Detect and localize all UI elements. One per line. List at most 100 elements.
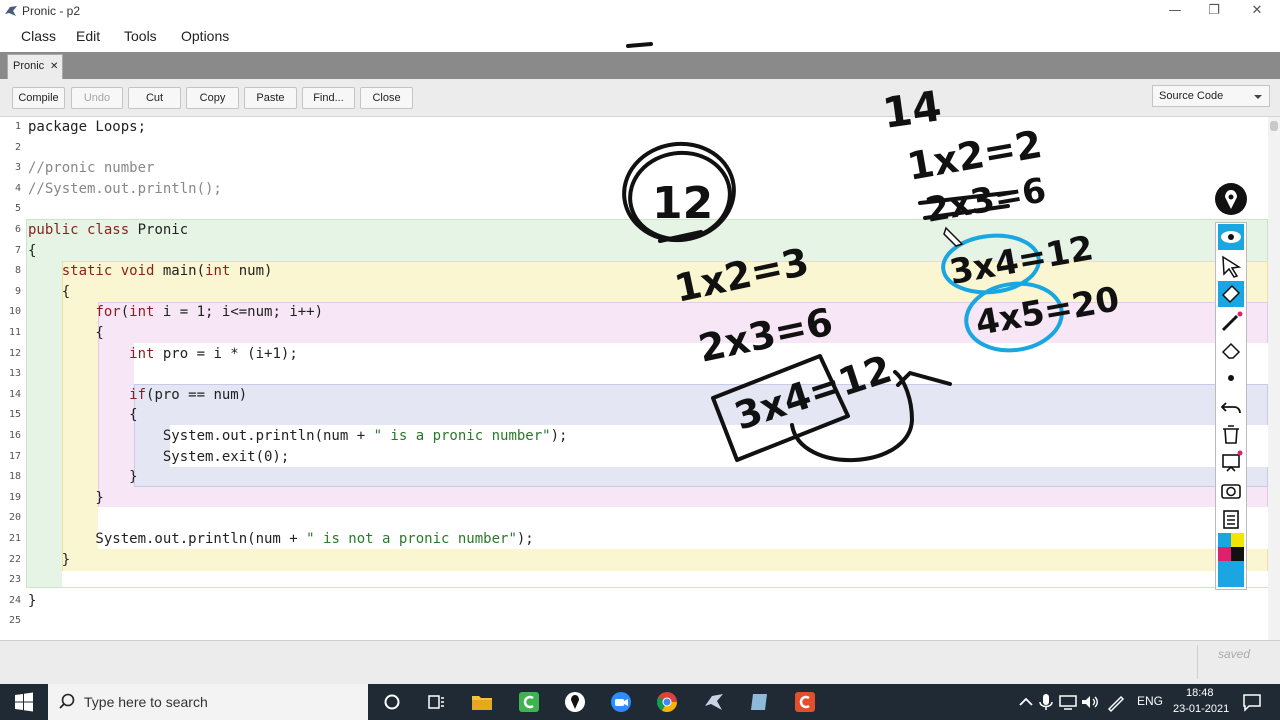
- code-line[interactable]: }: [28, 467, 137, 487]
- compile-button[interactable]: Compile: [12, 87, 65, 109]
- pointer-button[interactable]: [1218, 253, 1244, 279]
- pen-ink-icon[interactable]: [1104, 690, 1128, 714]
- vertical-scrollbar[interactable]: [1268, 117, 1280, 640]
- line-number: 3: [14, 162, 21, 174]
- task-view-icon[interactable]: [424, 690, 448, 714]
- clock-time[interactable]: 18:48: [1186, 687, 1214, 699]
- search-placeholder: Type here to search: [84, 694, 208, 710]
- volume-icon[interactable]: [1078, 690, 1102, 714]
- current-color[interactable]: [1218, 561, 1244, 587]
- paste-button[interactable]: Paste: [244, 87, 297, 109]
- cortana-icon[interactable]: [380, 690, 404, 714]
- menu-tools[interactable]: Tools: [124, 28, 157, 44]
- code-line[interactable]: {: [28, 282, 70, 302]
- code-line[interactable]: static void main(int num): [28, 261, 273, 281]
- file-explorer-icon[interactable]: [470, 690, 494, 714]
- board-button[interactable]: [1218, 449, 1244, 475]
- code-token: }: [28, 551, 71, 568]
- camera-button[interactable]: [1218, 477, 1244, 503]
- code-line[interactable]: {: [28, 405, 137, 425]
- zoom-icon[interactable]: [609, 690, 633, 714]
- pen-toggle-button[interactable]: [1215, 183, 1247, 215]
- windows-start-icon[interactable]: [12, 690, 36, 714]
- eraser-button[interactable]: [1218, 337, 1244, 363]
- camtasia-icon[interactable]: [517, 690, 541, 714]
- pen-button[interactable]: [1218, 309, 1244, 335]
- dot-button[interactable]: [1218, 365, 1244, 391]
- line-number: 12: [8, 347, 21, 359]
- line-number: 4: [14, 182, 21, 194]
- code-line[interactable]: for(int i = 1; i<=num; i++): [28, 302, 323, 322]
- color-swatch-black[interactable]: [1231, 547, 1244, 561]
- close-button[interactable]: Close: [360, 87, 413, 109]
- code-line[interactable]: //pronic number: [28, 158, 154, 178]
- language-indicator[interactable]: ENG: [1137, 694, 1163, 708]
- line-number: 20: [8, 512, 21, 524]
- network-icon[interactable]: [1056, 690, 1080, 714]
- color-swatch-blue[interactable]: [1218, 533, 1231, 547]
- tab-label: Pronic: [13, 60, 45, 72]
- cut-button[interactable]: Cut: [128, 87, 181, 109]
- eye-icon: [1221, 231, 1241, 243]
- restore-button[interactable]: ❐: [1191, 0, 1237, 22]
- menu-class[interactable]: Class: [21, 28, 56, 44]
- view-select[interactable]: Source Code: [1152, 85, 1270, 107]
- code-line[interactable]: }: [28, 591, 36, 611]
- code-line[interactable]: {: [28, 323, 103, 343]
- chrome-icon[interactable]: [655, 690, 679, 714]
- menu-options[interactable]: Options: [181, 28, 229, 44]
- code-token: }: [28, 592, 37, 609]
- clipboard-button[interactable]: [1218, 505, 1244, 531]
- clock-date[interactable]: 23-01-2021: [1173, 703, 1229, 715]
- trash-button[interactable]: [1218, 421, 1244, 447]
- search-box[interactable]: Type here to search: [48, 684, 368, 720]
- keyword-token: for: [95, 304, 121, 321]
- code-line[interactable]: if(pro == num): [28, 385, 247, 405]
- code-token: System.exit(0);: [28, 448, 290, 465]
- line-number: 15: [8, 409, 21, 421]
- tab-pronic[interactable]: Pronic ✕: [7, 54, 63, 79]
- code-editor[interactable]: 1 package Loops; 2 3//pronic number 4//Syste…: [0, 117, 1268, 640]
- code-line[interactable]: public class Pronic: [28, 220, 188, 240]
- notification-icon[interactable]: [1240, 690, 1264, 714]
- microphone-icon[interactable]: [1034, 690, 1058, 714]
- code-line[interactable]: System.exit(0);: [28, 447, 289, 467]
- tab-close-icon[interactable]: ✕: [50, 61, 58, 72]
- undo-ink-button[interactable]: [1218, 393, 1244, 419]
- code-line[interactable]: }: [28, 488, 103, 508]
- color-palette[interactable]: [1218, 533, 1244, 587]
- undo-button[interactable]: Undo: [71, 87, 123, 109]
- scroll-thumb[interactable]: [1270, 121, 1278, 131]
- view-select-value: Source Code: [1159, 90, 1224, 102]
- undo-icon: [1220, 402, 1241, 414]
- notes-app-icon[interactable]: [747, 690, 771, 714]
- saved-status: saved: [1218, 647, 1251, 661]
- recorder-app-icon[interactable]: [793, 690, 817, 714]
- code-token: System.out.println(num +: [28, 531, 307, 547]
- code-line[interactable]: }: [28, 550, 70, 570]
- menu-edit[interactable]: Edit: [76, 28, 100, 44]
- find-button[interactable]: Find...: [302, 87, 355, 109]
- color-swatch-pink[interactable]: [1218, 547, 1231, 561]
- eye-button[interactable]: [1218, 224, 1244, 250]
- code-line[interactable]: System.out.println(num + " is not a pron…: [28, 529, 533, 549]
- code-line[interactable]: //System.out.println();: [28, 179, 222, 199]
- line-number: 22: [8, 553, 21, 565]
- arrow-pointer-icon: [1222, 255, 1242, 278]
- copy-button[interactable]: Copy: [186, 87, 239, 109]
- status-divider: [1197, 645, 1198, 679]
- color-swatch-yellow[interactable]: [1231, 533, 1244, 547]
- highlighter-button[interactable]: [1218, 281, 1244, 307]
- code-line[interactable]: System.out.println(num + " is a pronic n…: [28, 426, 568, 446]
- method-gap: [62, 571, 1268, 587]
- code-line[interactable]: int pro = i * (i+1);: [28, 344, 298, 364]
- close-window-button[interactable]: ✕: [1234, 0, 1280, 22]
- bluej-icon[interactable]: [702, 690, 726, 714]
- pen-app-icon[interactable]: [563, 690, 587, 714]
- whiteboard-icon: [1222, 450, 1243, 472]
- code-line[interactable]: package Loops;: [28, 117, 146, 137]
- keyword-token: public class: [28, 222, 130, 238]
- keyword-token: int: [129, 304, 155, 321]
- code-line[interactable]: {: [28, 241, 36, 261]
